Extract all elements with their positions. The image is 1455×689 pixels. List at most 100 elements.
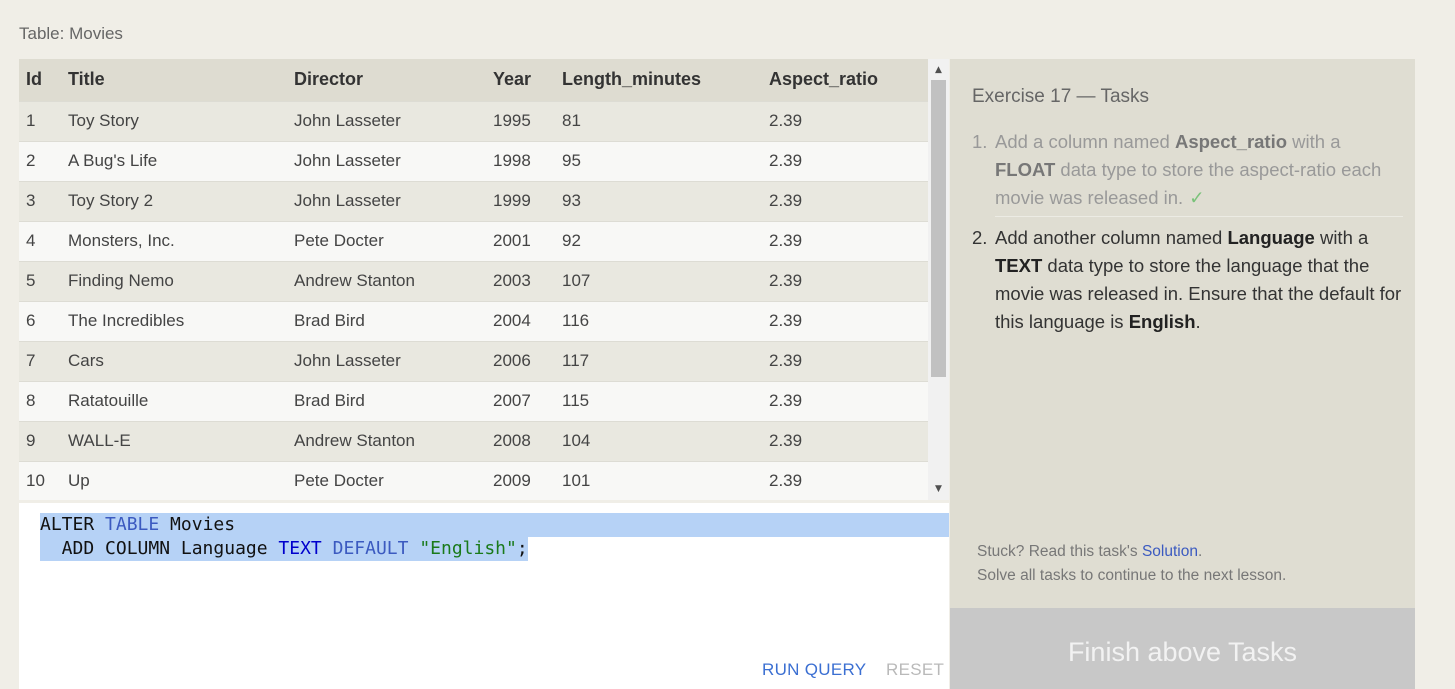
- scrollbar-thumb[interactable]: [931, 80, 946, 377]
- code-string: "English": [419, 538, 517, 559]
- column-header-title: Title: [68, 69, 105, 90]
- cell-title: Toy Story: [61, 100, 287, 141]
- lesson-page: Table: Movies Id Title Director Year Len…: [0, 0, 1455, 689]
- table-row: 9 WALL-E Andrew Stanton 2008 104 2.39: [19, 420, 928, 461]
- cell-year: 1995: [486, 100, 555, 141]
- code-keyword: TABLE: [105, 514, 160, 535]
- cell-aspect-ratio: 2.39: [762, 180, 928, 221]
- scroll-down-arrow-icon[interactable]: ▼: [928, 480, 949, 498]
- column-header-year: Year: [493, 69, 532, 90]
- reset-button[interactable]: RESET: [886, 660, 944, 680]
- table-row: 8 Ratatouille Brad Bird 2007 115 2.39: [19, 380, 928, 421]
- stuck-hint: Stuck? Read this task's Solution.: [977, 543, 1203, 560]
- run-query-button[interactable]: RUN QUERY: [762, 660, 866, 680]
- cell-year: 2009: [486, 460, 555, 500]
- cell-id: 7: [19, 340, 61, 381]
- cell-director: Pete Docter: [287, 460, 486, 500]
- cell-aspect-ratio: 2.39: [762, 420, 928, 461]
- cell-year: 2004: [486, 300, 555, 341]
- cell-id: 6: [19, 300, 61, 341]
- table-row: 7 Cars John Lasseter 2006 117 2.39: [19, 340, 928, 381]
- cell-length-minutes: 117: [555, 340, 762, 381]
- cell-id: 5: [19, 260, 61, 301]
- task-number: 2.: [972, 227, 988, 248]
- cell-length-minutes: 104: [555, 420, 762, 461]
- task-panel: Exercise 17 — Tasks 1. Add a column name…: [950, 59, 1415, 608]
- table-row: 5 Finding Nemo Andrew Stanton 2003 107 2…: [19, 260, 928, 301]
- results-table: Id Title Director Year Length_minutes As…: [19, 59, 928, 500]
- cell-director: Brad Bird: [287, 380, 486, 421]
- cell-length-minutes: 95: [555, 140, 762, 181]
- checkmark-icon: ✓: [1189, 187, 1205, 208]
- table-header-row: Id Title Director Year Length_minutes As…: [19, 59, 928, 101]
- task-item: 2. Add another column named Language wit…: [972, 224, 1405, 336]
- cell-id: 9: [19, 420, 61, 461]
- cell-length-minutes: 107: [555, 260, 762, 301]
- code-line[interactable]: ALTER TABLE Movies: [40, 513, 949, 537]
- task-text: Add another column named Language with a…: [995, 227, 1402, 332]
- cell-aspect-ratio: 2.39: [762, 340, 928, 381]
- sql-editor[interactable]: ALTER TABLE Movies ADD COLUMN Language T…: [19, 503, 949, 689]
- cell-title: Cars: [61, 340, 287, 381]
- results-table-container: Id Title Director Year Length_minutes As…: [19, 59, 949, 500]
- code-keyword: DEFAULT: [332, 538, 409, 559]
- table-row: 1 Toy Story John Lasseter 1995 81 2.39: [19, 100, 928, 141]
- column-header-length-minutes: Length_minutes: [562, 69, 702, 90]
- table-caption: Table: Movies: [19, 24, 123, 43]
- table-row: 6 The Incredibles Brad Bird 2004 116 2.3…: [19, 300, 928, 341]
- cell-title: Ratatouille: [61, 380, 287, 421]
- solve-all-hint: Solve all tasks to continue to the next …: [977, 567, 1287, 584]
- cell-title: Finding Nemo: [61, 260, 287, 301]
- table-row: 2 A Bug's Life John Lasseter 1998 95 2.3…: [19, 140, 928, 181]
- cell-year: 2008: [486, 420, 555, 461]
- cell-id: 8: [19, 380, 61, 421]
- code-token: ALTER: [40, 514, 106, 535]
- cell-length-minutes: 93: [555, 180, 762, 221]
- cell-length-minutes: 115: [555, 380, 762, 421]
- scroll-up-arrow-icon[interactable]: ▲: [928, 61, 949, 79]
- table-row: 3 Toy Story 2 John Lasseter 1999 93 2.39: [19, 180, 928, 221]
- task-text: Add a column named Aspect_ratio with a F…: [995, 131, 1382, 208]
- column-header-id: Id: [26, 69, 42, 90]
- cell-title: The Incredibles: [61, 300, 287, 341]
- cell-director: John Lasseter: [287, 180, 486, 221]
- cell-id: 10: [19, 460, 61, 500]
- cell-id: 1: [19, 100, 61, 141]
- cell-year: 2006: [486, 340, 555, 381]
- cell-aspect-ratio: 2.39: [762, 380, 928, 421]
- cell-director: John Lasseter: [287, 140, 486, 181]
- table-scrollbar[interactable]: ▲ ▼: [928, 59, 949, 500]
- finish-tasks-button[interactable]: Finish above Tasks: [950, 608, 1415, 689]
- cell-director: Brad Bird: [287, 300, 486, 341]
- cell-aspect-ratio: 2.39: [762, 260, 928, 301]
- table-row: 10 Up Pete Docter 2009 101 2.39: [19, 460, 928, 500]
- cell-title: A Bug's Life: [61, 140, 287, 181]
- cell-length-minutes: 92: [555, 220, 762, 261]
- cell-year: 2001: [486, 220, 555, 261]
- cell-aspect-ratio: 2.39: [762, 460, 928, 500]
- cell-year: 2007: [486, 380, 555, 421]
- cell-id: 2: [19, 140, 61, 181]
- code-type-keyword: TEXT: [278, 538, 322, 559]
- task-divider: [995, 216, 1403, 217]
- code-token: ADD COLUMN Language: [40, 538, 279, 559]
- cell-title: Up: [61, 460, 287, 500]
- column-header-aspect-ratio: Aspect_ratio: [769, 69, 879, 90]
- code-token: ;: [516, 538, 528, 559]
- cell-director: John Lasseter: [287, 100, 486, 141]
- cell-length-minutes: 101: [555, 460, 762, 500]
- code-line[interactable]: ADD COLUMN Language TEXT DEFAULT "Englis…: [40, 537, 528, 561]
- cell-title: WALL-E: [61, 420, 287, 461]
- cell-year: 2003: [486, 260, 555, 301]
- cell-aspect-ratio: 2.39: [762, 300, 928, 341]
- cell-director: Andrew Stanton: [287, 260, 486, 301]
- cell-length-minutes: 116: [555, 300, 762, 341]
- cell-title: Toy Story 2: [61, 180, 287, 221]
- cell-length-minutes: 81: [555, 100, 762, 141]
- cell-id: 4: [19, 220, 61, 261]
- cell-director: John Lasseter: [287, 340, 486, 381]
- solution-link[interactable]: Solution: [1142, 543, 1198, 560]
- cell-aspect-ratio: 2.39: [762, 140, 928, 181]
- cell-year: 1999: [486, 180, 555, 221]
